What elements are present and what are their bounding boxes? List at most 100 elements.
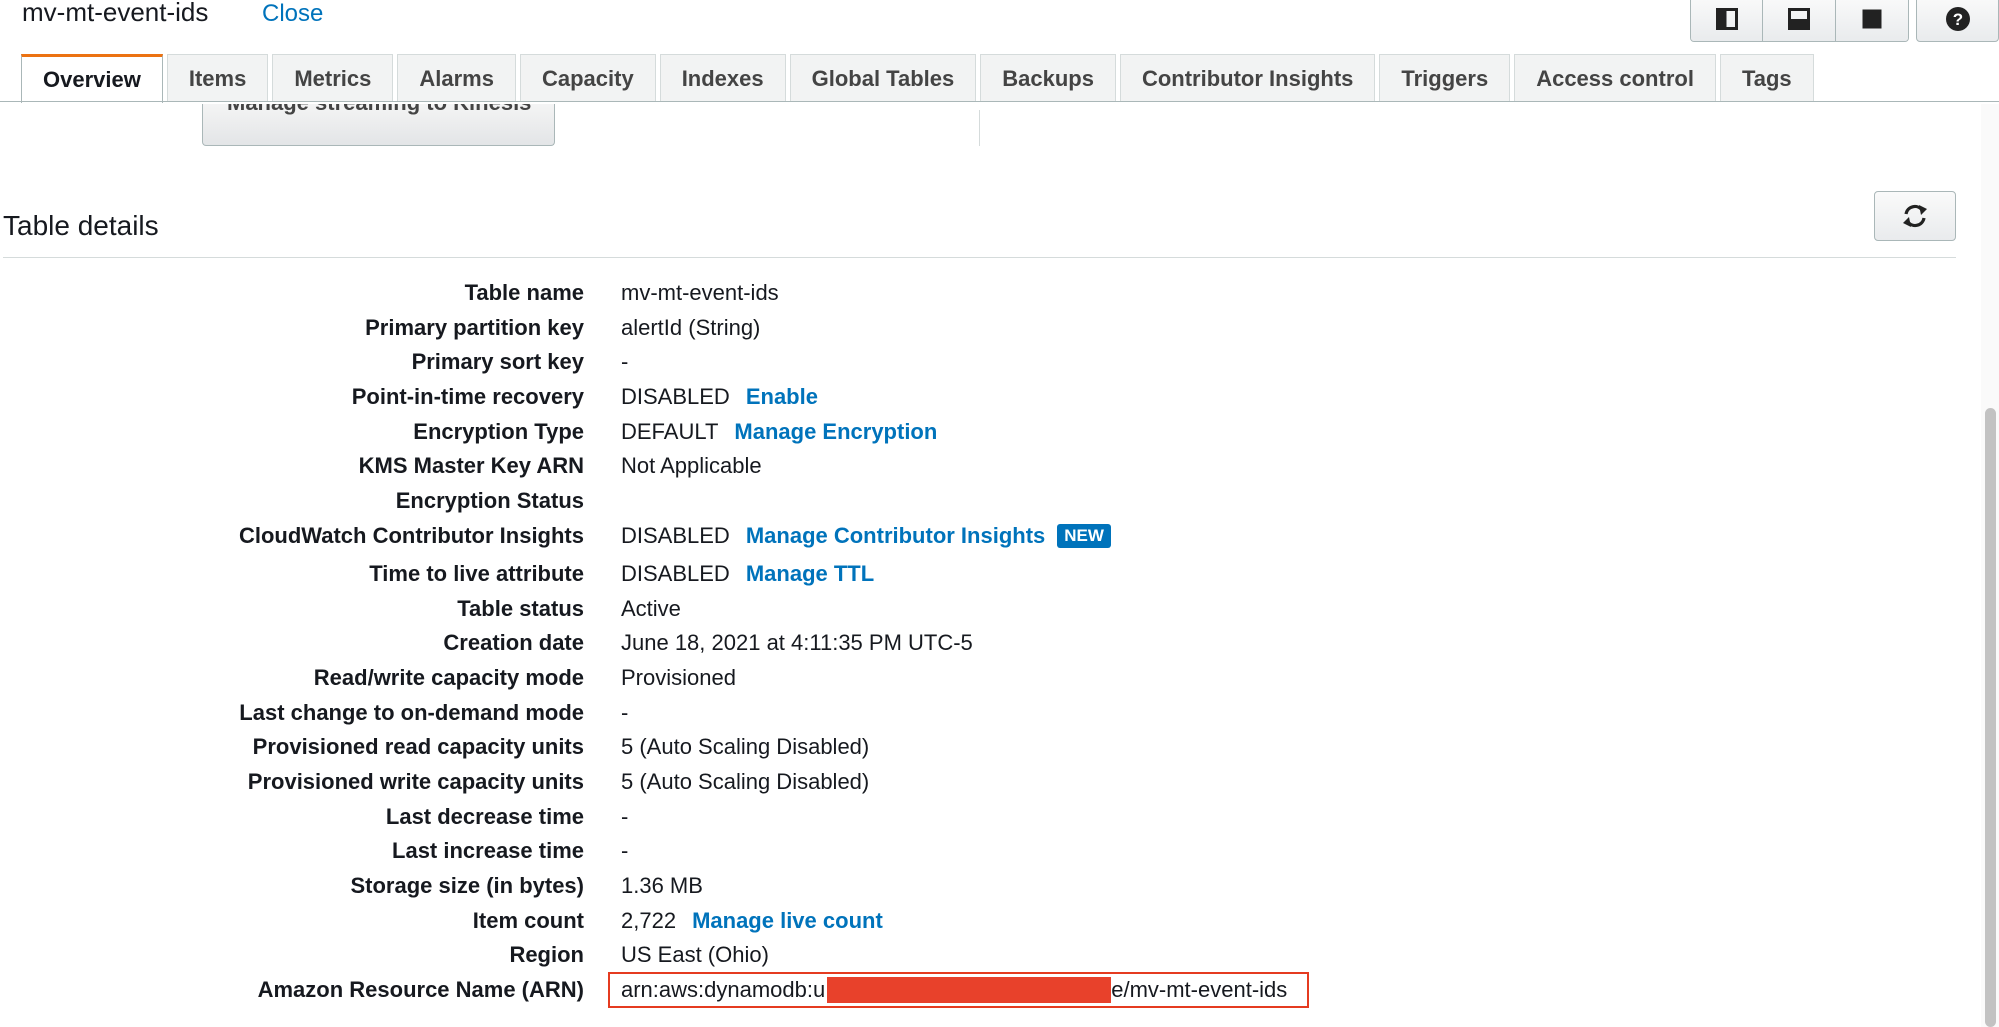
section-title: Table details	[3, 210, 159, 241]
manage-ttl-link[interactable]: Manage TTL	[746, 561, 874, 587]
detail-row-arn: Amazon Resource Name (ARN) arn:aws:dynam…	[0, 972, 1960, 1009]
table-title: mv-mt-event-ids	[22, 0, 209, 27]
detail-value: 1.36 MB	[621, 873, 703, 898]
detail-label: Table name	[464, 280, 584, 305]
manage-kinesis-label: Manage streaming to Kinesis	[227, 104, 531, 116]
scrollbar-thumb[interactable]	[1985, 408, 1996, 1027]
manage-contributor-insights-link[interactable]: Manage Contributor Insights	[746, 523, 1045, 549]
tab-tags[interactable]: Tags	[1719, 54, 1814, 102]
detail-label: Point-in-time recovery	[351, 384, 584, 410]
detail-row-last-decrease: Last decrease time -	[0, 801, 1960, 836]
detail-label: Primary partition key	[365, 314, 584, 340]
detail-label: Read/write capacity mode	[313, 664, 584, 690]
top-bar: mv-mt-event-ids Close ?	[0, 0, 1999, 52]
detail-value: US East (Ohio)	[621, 942, 769, 968]
detail-label: Storage size (in bytes)	[350, 873, 584, 898]
tab-global-tables[interactable]: Global Tables	[789, 54, 977, 102]
detail-row-sort-key: Primary sort key -	[0, 346, 1960, 381]
layout-toggle-group	[1690, 0, 1909, 42]
detail-label: Last increase time	[392, 838, 584, 864]
column-divider	[979, 110, 980, 146]
detail-row-storage-size: Storage size (in bytes) 1.36 MB	[0, 870, 1960, 905]
detail-value: 2,722 Manage live count	[621, 907, 883, 934]
detail-value: DEFAULT Manage Encryption	[621, 418, 938, 445]
detail-row-ttl: Time to live attribute DISABLED Manage T…	[0, 558, 1960, 593]
tab-access-control[interactable]: Access control	[1514, 54, 1716, 102]
tab-metrics[interactable]: Metrics	[272, 54, 394, 102]
manage-encryption-link[interactable]: Manage Encryption	[734, 419, 937, 445]
split-horizontal-icon[interactable]	[1763, 0, 1836, 41]
section-divider	[3, 257, 1956, 258]
manage-live-count-link[interactable]: Manage live count	[692, 908, 883, 934]
tab-bar: Overview Items Metrics Alarms Capacity I…	[21, 54, 1818, 103]
detail-label: Last decrease time	[385, 803, 584, 829]
detail-row-kms-arn: KMS Master Key ARN Not Applicable	[0, 450, 1960, 485]
detail-row-region: Region US East (Ohio)	[0, 939, 1960, 974]
manage-kinesis-button[interactable]: Manage streaming to Kinesis	[202, 104, 555, 146]
redaction-bar	[827, 977, 1112, 1004]
detail-row-table-name: Table name mv-mt-event-ids	[0, 277, 1960, 312]
detail-row-last-on-demand-change: Last change to on-demand mode -	[0, 697, 1960, 732]
svg-text:?: ?	[1952, 10, 1962, 29]
tab-overview[interactable]: Overview	[21, 54, 163, 103]
detail-value: DISABLED Enable	[621, 384, 818, 410]
tab-items[interactable]: Items	[166, 54, 269, 102]
detail-label: Table status	[457, 595, 584, 621]
detail-value: Not Applicable	[621, 453, 762, 479]
detail-row-partition-key: Primary partition key alertId (String)	[0, 312, 1960, 347]
tab-backups[interactable]: Backups	[980, 54, 1116, 102]
refresh-button[interactable]	[1874, 191, 1956, 241]
detail-value: DISABLED Manage Contributor Insights NEW	[621, 523, 1111, 549]
detail-value: -	[621, 349, 629, 375]
detail-label: Primary sort key	[411, 349, 584, 375]
detail-row-write-capacity: Provisioned write capacity units 5 (Auto…	[0, 766, 1960, 801]
detail-label: Encryption Type	[413, 418, 584, 444]
detail-label: Creation date	[443, 630, 584, 656]
tabs-divider	[0, 101, 1999, 102]
tab-capacity[interactable]: Capacity	[519, 54, 656, 102]
detail-row-encryption-status: Encryption Status	[0, 485, 1960, 520]
detail-label: Provisioned write capacity units	[247, 768, 584, 794]
detail-row-last-increase: Last increase time -	[0, 835, 1960, 870]
detail-label: Amazon Resource Name (ARN)	[257, 977, 584, 1003]
detail-label: CloudWatch Contributor Insights	[238, 522, 584, 548]
detail-row-item-count: Item count 2,722 Manage live count	[0, 905, 1960, 940]
tab-contributor-insights[interactable]: Contributor Insights	[1119, 54, 1376, 102]
detail-label: Last change to on-demand mode	[239, 699, 584, 725]
question-icon: ?	[1945, 7, 1970, 31]
close-link[interactable]: Close	[262, 0, 323, 28]
detail-row-pitr: Point-in-time recovery DISABLED Enable	[0, 381, 1960, 416]
detail-value: -	[621, 699, 629, 725]
arn-value: arn:aws:dynamodb:u e/mv-mt-event-ids	[621, 977, 1288, 1004]
new-badge: NEW	[1057, 523, 1111, 548]
detail-value: -	[621, 803, 629, 829]
detail-value: mv-mt-event-ids	[621, 280, 779, 305]
refresh-icon	[1903, 204, 1927, 228]
detail-row-capacity-mode: Read/write capacity mode Provisioned	[0, 662, 1960, 697]
detail-row-read-capacity: Provisioned read capacity units 5 (Auto …	[0, 731, 1960, 766]
tab-indexes[interactable]: Indexes	[659, 54, 786, 102]
enable-pitr-link[interactable]: Enable	[746, 384, 818, 410]
full-panel-icon[interactable]	[1835, 0, 1908, 41]
detail-value: Active	[621, 595, 681, 621]
detail-value: Provisioned	[621, 664, 736, 690]
detail-value: 5 (Auto Scaling Disabled)	[621, 734, 870, 760]
tab-triggers[interactable]: Triggers	[1379, 54, 1511, 102]
detail-value: alertId (String)	[621, 314, 761, 340]
detail-value: DISABLED Manage TTL	[621, 560, 875, 587]
table-details-list: Table name mv-mt-event-ids Primary parti…	[0, 277, 1960, 1009]
tab-alarms[interactable]: Alarms	[397, 54, 516, 102]
detail-value: June 18, 2021 at 4:11:35 PM UTC-5	[621, 630, 973, 656]
detail-row-contributor-insights: CloudWatch Contributor Insights DISABLED…	[0, 520, 1960, 558]
detail-value: -	[621, 838, 629, 864]
detail-label: Encryption Status	[395, 488, 584, 514]
detail-label: Provisioned read capacity units	[252, 734, 584, 760]
detail-label: Time to live attribute	[369, 560, 584, 586]
help-button[interactable]: ?	[1916, 0, 1999, 42]
detail-value: 5 (Auto Scaling Disabled)	[621, 768, 870, 794]
detail-row-table-status: Table status Active	[0, 593, 1960, 628]
detail-label: Region	[509, 942, 584, 968]
detail-row-creation-date: Creation date June 18, 2021 at 4:11:35 P…	[0, 627, 1960, 662]
detail-row-encryption-type: Encryption Type DEFAULT Manage Encryptio…	[0, 416, 1960, 451]
split-vertical-icon[interactable]	[1691, 0, 1764, 41]
